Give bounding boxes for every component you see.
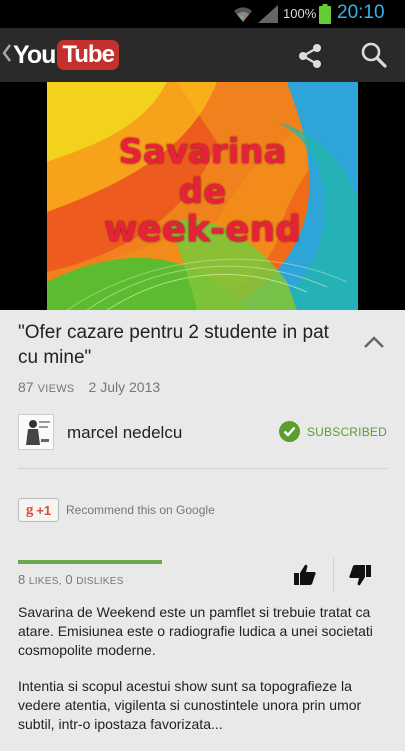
video-thumbnail[interactable]: Savarina de week-end <box>47 82 358 310</box>
channel-name[interactable]: marcel nedelcu <box>67 423 182 443</box>
likes-count-text: 8 LIKES, 0 DISLIKES <box>18 572 124 587</box>
thumbnail-text-line-1: Savarina <box>118 132 287 172</box>
logo-you-text: You <box>13 40 56 69</box>
views-count: 87 <box>18 379 34 395</box>
search-icon[interactable] <box>358 40 390 72</box>
signal-icon <box>258 5 278 28</box>
like-ratio-fill <box>18 560 162 564</box>
google-plus-one-button[interactable]: g +1 <box>18 498 59 522</box>
google-plus-row: g +1 Recommend this on Google <box>18 497 215 523</box>
youtube-logo[interactable]: You Tube <box>13 39 119 71</box>
channel-row[interactable]: marcel nedelcu SUBSCRIBED <box>18 414 387 454</box>
status-bar: 100% 20:10 <box>0 0 405 28</box>
video-description: Savarina de Weekend este un pamflet si t… <box>18 603 388 751</box>
subscribed-label: SUBSCRIBED <box>306 424 387 439</box>
upload-date: 2 July 2013 <box>88 379 161 395</box>
dislikes-label: DISLIKES <box>76 576 124 587</box>
chevron-left-icon[interactable] <box>2 42 12 69</box>
share-icon[interactable] <box>294 40 326 72</box>
action-bar: You Tube <box>0 28 405 82</box>
video-meta: 87 VIEWS 2 July 2013 <box>18 379 160 395</box>
check-circle-icon <box>278 421 300 442</box>
subscribed-button[interactable]: SUBSCRIBED <box>278 421 387 442</box>
channel-avatar[interactable] <box>18 414 54 450</box>
views-label: VIEWS <box>37 383 75 395</box>
video-title: "Ofer cazare pentru 2 studente in pat cu… <box>18 322 329 368</box>
chevron-up-icon[interactable] <box>362 334 386 350</box>
battery-icon <box>319 4 331 29</box>
description-paragraph: Intentia si scopul acestui show sunt sa … <box>18 678 362 732</box>
clock: 20:10 <box>337 2 385 23</box>
description-paragraph: Savarina de Weekend este un pamflet si t… <box>18 604 373 658</box>
plus-one-label: +1 <box>36 502 52 518</box>
google-g-icon: g <box>25 501 34 518</box>
recommend-text: Recommend this on Google <box>66 503 215 517</box>
likes-label: LIKES, <box>28 576 62 587</box>
wifi-icon <box>232 4 254 29</box>
thumbs-up-icon[interactable] <box>292 562 318 588</box>
video-player[interactable]: Savarina de week-end <box>0 82 405 310</box>
thumbnail-text-line-3: week-end <box>104 209 301 250</box>
thumbnail-text-line-2: de <box>178 172 227 212</box>
video-details: "Ofer cazare pentru 2 studente in pat cu… <box>0 310 405 732</box>
dislikes-count: 0 <box>65 572 73 587</box>
likes-count: 8 <box>18 572 26 587</box>
thumbs-down-icon[interactable] <box>347 562 373 588</box>
logo-tube-text: Tube <box>57 40 119 70</box>
battery-percent: 100% <box>283 6 317 21</box>
like-ratio-bar <box>18 560 162 564</box>
divider <box>333 558 334 592</box>
divider <box>18 468 387 469</box>
